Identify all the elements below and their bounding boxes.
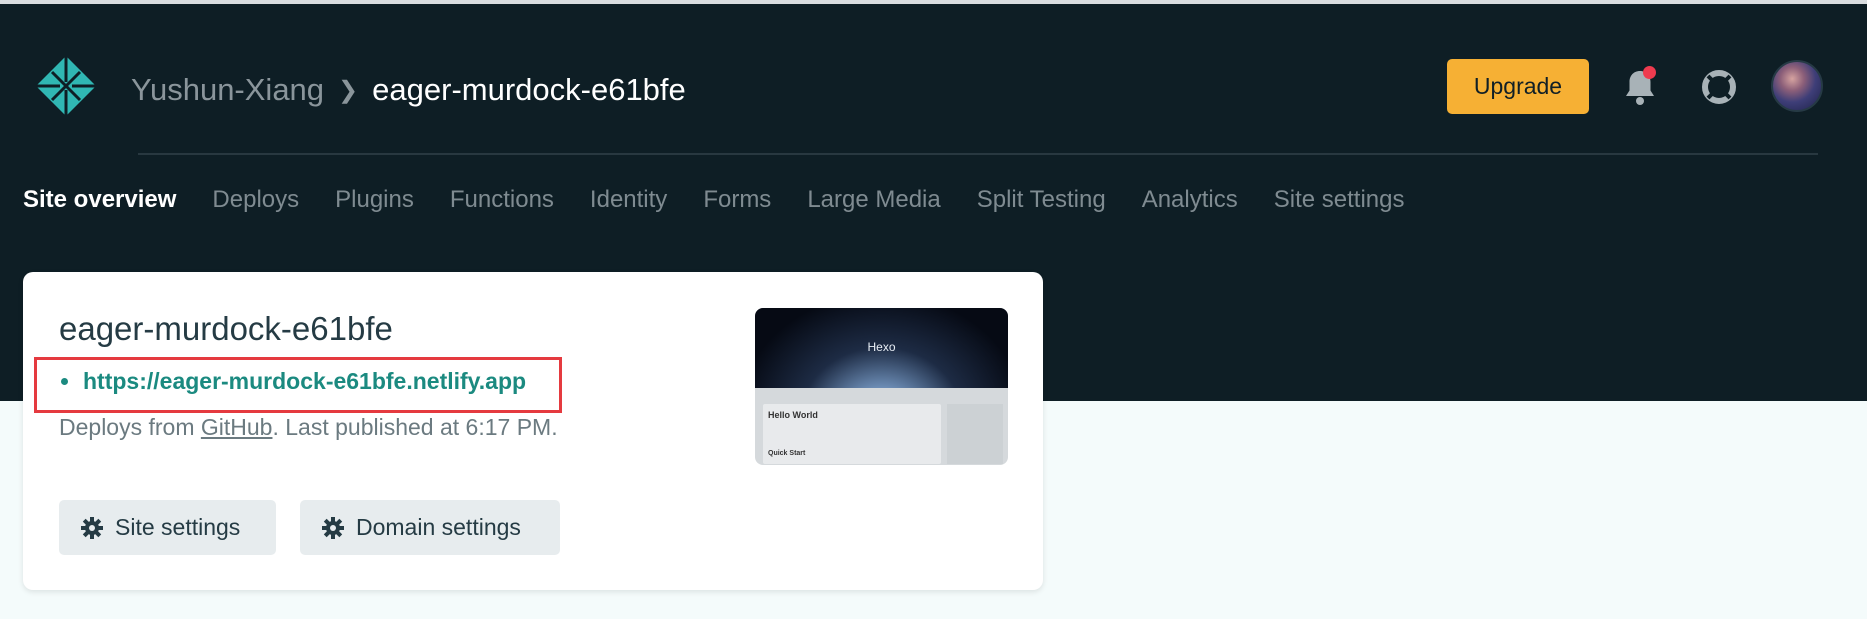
help-icon[interactable] [1700, 68, 1738, 106]
preview-title: Hexo [867, 340, 896, 354]
netlify-logo[interactable] [34, 54, 98, 118]
tab-functions[interactable]: Functions [450, 186, 554, 214]
gear-icon [322, 516, 344, 539]
site-url-link[interactable]: https://eager-murdock-e61bfe.netlify.app [83, 368, 526, 395]
tab-analytics[interactable]: Analytics [1142, 186, 1238, 214]
site-url-row: https://eager-murdock-e61bfe.netlify.app [61, 368, 526, 395]
preview-sidebar [947, 404, 1003, 464]
site-settings-button[interactable]: Site settings [59, 500, 276, 555]
header-divider [138, 153, 1818, 155]
breadcrumb: Yushun-Xiang ❯ eager-murdock-e61bfe [131, 68, 686, 112]
site-settings-label: Site settings [115, 514, 241, 540]
domain-settings-label: Domain settings [356, 514, 521, 540]
site-preview-thumbnail[interactable]: Hexo Hello World Quick Start [755, 308, 1008, 465]
site-nav: Site overview Deploys Plugins Functions … [23, 184, 1404, 216]
bullet-icon [61, 378, 68, 385]
tab-site-settings[interactable]: Site settings [1274, 186, 1405, 214]
tab-plugins[interactable]: Plugins [335, 186, 414, 214]
tab-split-testing[interactable]: Split Testing [977, 186, 1106, 214]
breadcrumb-site-name: eager-murdock-e61bfe [372, 72, 686, 107]
domain-settings-button[interactable]: Domain settings [300, 500, 560, 555]
tab-deploys[interactable]: Deploys [212, 186, 299, 214]
chevron-right-icon: ❯ [338, 76, 359, 104]
github-link[interactable]: GitHub [201, 414, 273, 440]
notification-dot [1643, 66, 1656, 79]
upgrade-button[interactable]: Upgrade [1447, 59, 1589, 114]
deploy-suffix: . Last published at 6:17 PM. [272, 414, 558, 440]
breadcrumb-team-link[interactable]: Yushun-Xiang [131, 72, 324, 108]
deploy-prefix: Deploys from [59, 414, 201, 440]
site-overview-card: eager-murdock-e61bfe https://eager-murdo… [23, 272, 1043, 590]
site-title: eager-murdock-e61bfe [59, 310, 393, 347]
tab-large-media[interactable]: Large Media [807, 186, 940, 214]
tab-site-overview[interactable]: Site overview [23, 186, 176, 214]
tab-forms[interactable]: Forms [703, 186, 771, 214]
avatar[interactable] [1771, 60, 1823, 112]
deploy-info: Deploys from GitHub. Last published at 6… [59, 414, 558, 441]
tab-identity[interactable]: Identity [590, 186, 667, 214]
preview-post-footer: Quick Start [768, 450, 806, 457]
gear-icon [81, 516, 103, 539]
preview-post-title: Hello World [768, 410, 818, 420]
